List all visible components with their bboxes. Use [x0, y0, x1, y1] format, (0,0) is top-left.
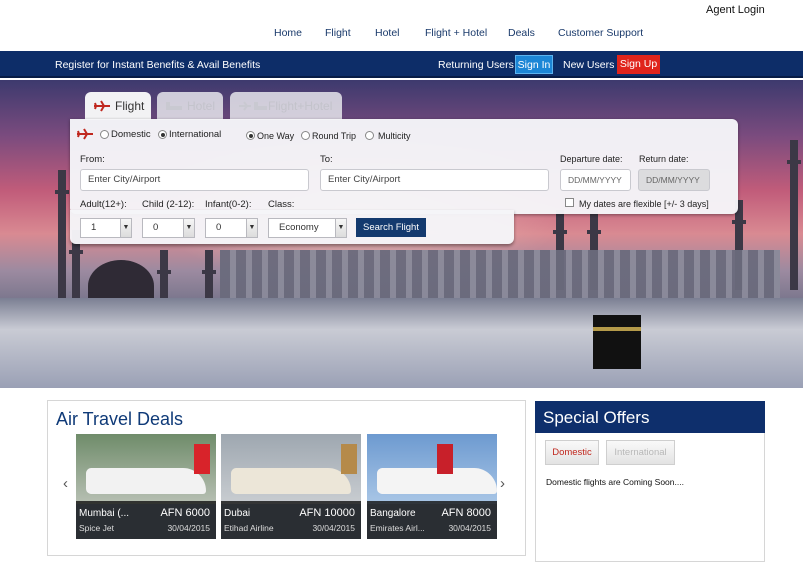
multicity-radio[interactable] — [365, 131, 374, 140]
flexible-dates-checkbox[interactable] — [565, 198, 574, 207]
class-value: Economy — [279, 222, 319, 233]
deal-city: Dubai — [224, 508, 251, 519]
deal-price: AFN 6000 — [160, 507, 210, 519]
nav-home[interactable]: Home — [274, 27, 302, 39]
international-label: International — [169, 129, 222, 140]
carousel-prev-icon[interactable]: ‹ — [63, 475, 68, 492]
round-trip-radio[interactable] — [301, 131, 310, 140]
nav-flight-hotel[interactable]: Flight + Hotel — [425, 27, 487, 39]
class-select[interactable]: Economy ▼ — [268, 218, 347, 238]
round-trip-label: Round Trip — [312, 131, 357, 141]
chevron-down-icon: ▼ — [335, 219, 346, 237]
child-value: 0 — [153, 222, 159, 233]
infant-select[interactable]: 0 ▼ — [205, 218, 258, 238]
tab-flight-label: Flight — [115, 99, 145, 113]
nav-hotel[interactable]: Hotel — [375, 27, 400, 39]
carousel-next-icon[interactable]: › — [500, 475, 505, 492]
class-label: Class: — [268, 199, 295, 210]
new-users-label: New Users — [563, 59, 615, 71]
tab-flight[interactable]: Flight — [85, 92, 151, 120]
deal-city: Mumbai (... — [79, 508, 130, 519]
departure-date-input[interactable]: DD/MM/YYYY — [560, 169, 631, 191]
tab-flight-hotel-label: Flight+Hotel — [268, 99, 333, 113]
multicity-label: Multicity — [378, 131, 411, 141]
infant-label: Infant(0-2): — [205, 199, 252, 210]
special-offers-title: Special Offers — [543, 408, 650, 427]
deal-card[interactable]: Bangalore AFN 8000 Emirates Airl... 30/0… — [367, 434, 497, 539]
domestic-radio[interactable] — [100, 130, 109, 139]
chevron-down-icon: ▼ — [246, 219, 257, 237]
to-label: To: — [320, 154, 333, 165]
returning-users-label: Returning Users — [438, 59, 514, 71]
page: { "header": { "agent_login": "Agent Logi… — [0, 0, 803, 562]
to-input[interactable]: Enter City/Airport — [320, 169, 549, 191]
tab-flight-hotel[interactable]: Flight+Hotel — [230, 92, 342, 120]
deal-price: AFN 10000 — [299, 507, 355, 519]
offers-message: Domestic flights are Coming Soon.... — [546, 477, 684, 487]
deal-card[interactable]: Dubai AFN 10000 Etihad Airline 30/04/201… — [221, 434, 361, 539]
flexible-dates-label: My dates are flexible [+/- 3 days] — [579, 199, 709, 209]
sign-in-button[interactable]: Sign In — [515, 55, 553, 74]
deal-date: 30/04/2015 — [448, 523, 491, 533]
main-nav: Home Flight Hotel Flight + Hotel Deals C… — [0, 27, 803, 41]
chevron-down-icon: ▼ — [183, 219, 194, 237]
nav-deals[interactable]: Deals — [508, 27, 535, 39]
user-bar: Register for Instant Benefits & Avail Be… — [0, 51, 803, 78]
child-select[interactable]: 0 ▼ — [142, 218, 195, 238]
adult-value: 1 — [91, 222, 97, 233]
tab-hotel[interactable]: Hotel — [157, 92, 223, 120]
from-input[interactable]: Enter City/Airport — [80, 169, 309, 191]
sign-up-button[interactable]: Sign Up — [617, 55, 660, 74]
child-label: Child (2-12): — [142, 199, 195, 210]
plane-icon — [93, 99, 111, 113]
nav-flight[interactable]: Flight — [325, 27, 351, 39]
from-label: From: — [80, 154, 105, 165]
offers-tab-international[interactable]: International — [606, 440, 675, 465]
deal-airline: Etihad Airline — [224, 523, 274, 533]
deal-date: 30/04/2015 — [312, 523, 355, 533]
nav-customer-support[interactable]: Customer Support — [558, 27, 643, 39]
adult-label: Adult(12+): — [80, 199, 127, 210]
chevron-down-icon: ▼ — [120, 219, 131, 237]
deal-city: Bangalore — [370, 508, 416, 519]
register-promo: Register for Instant Benefits & Avail Be… — [55, 59, 261, 71]
plane-bed-icon — [238, 99, 268, 113]
adult-select[interactable]: 1 ▼ — [80, 218, 132, 238]
domestic-label: Domestic — [111, 129, 151, 140]
bed-icon — [165, 99, 183, 113]
air-travel-deals-title: Air Travel Deals — [56, 409, 184, 429]
agent-login-link[interactable]: Agent Login — [706, 4, 765, 16]
one-way-label: One Way — [257, 131, 295, 141]
deal-card[interactable]: Mumbai (... AFN 6000 Spice Jet 30/04/201… — [76, 434, 216, 539]
one-way-radio[interactable] — [246, 131, 255, 140]
deal-airline: Spice Jet — [79, 523, 114, 533]
offers-tab-domestic[interactable]: Domestic — [545, 440, 599, 465]
infant-value: 0 — [216, 222, 222, 233]
return-date-input[interactable]: DD/MM/YYYY — [638, 169, 710, 191]
return-date-label: Return date: — [639, 154, 689, 164]
tab-hotel-label: Hotel — [187, 99, 216, 113]
plane-icon — [76, 127, 94, 146]
deal-price: AFN 8000 — [441, 507, 491, 519]
international-radio[interactable] — [158, 130, 167, 139]
departure-date-label: Departure date: — [560, 154, 623, 164]
search-flight-button[interactable]: Search Flight — [356, 218, 426, 237]
deal-airline: Emirates Airl... — [370, 523, 425, 533]
deal-date: 30/04/2015 — [167, 523, 210, 533]
